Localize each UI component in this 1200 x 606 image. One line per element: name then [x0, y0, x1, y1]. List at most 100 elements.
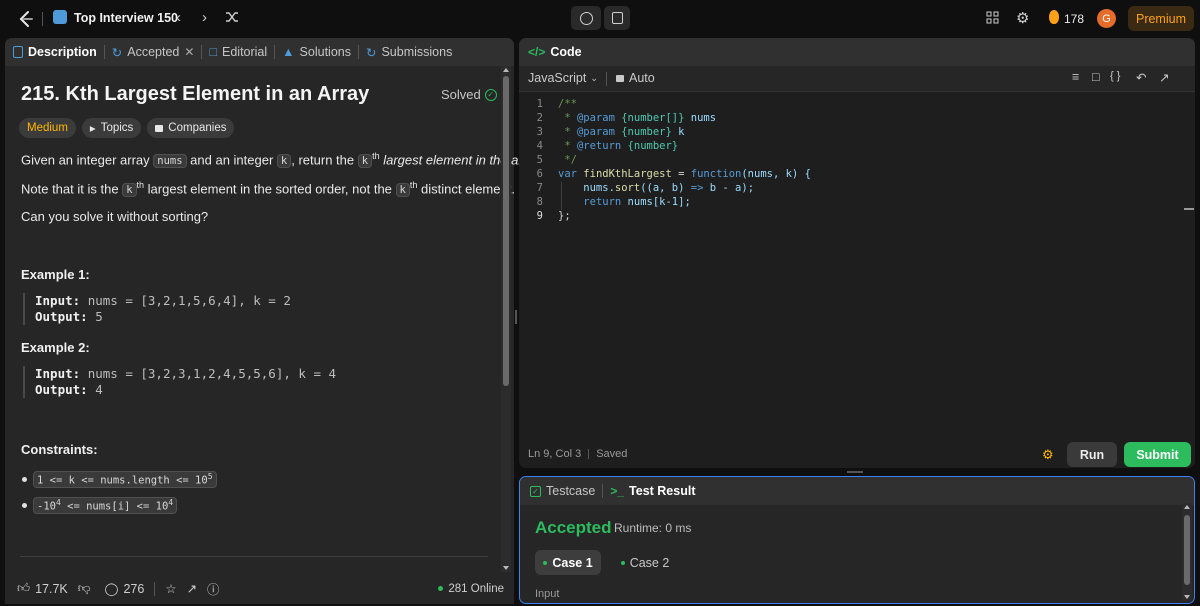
tab-code[interactable]: </> Code: [519, 38, 589, 66]
format-icon[interactable]: ≡: [1072, 70, 1079, 84]
scrollbar-thumb[interactable]: [1184, 515, 1190, 585]
input-label: Input:: [35, 366, 81, 381]
online-status: 281 Online: [438, 583, 504, 595]
tab-description[interactable]: Description: [5, 38, 104, 66]
problem-title[interactable]: 215. Kth Largest Element in an Array: [21, 83, 369, 106]
favorite-star-icon[interactable]: ☆: [165, 581, 176, 596]
tab-accepted[interactable]: ↻ Accepted ✕: [105, 38, 202, 66]
constraint-code: 1 <= k <= nums.length <= 105: [33, 471, 217, 488]
topics-label: Topics: [100, 122, 134, 134]
editor-scrollbar[interactable]: [1184, 208, 1194, 210]
case-2-button[interactable]: Case 2: [612, 550, 678, 575]
tab-testcase[interactable]: ✓ Testcase: [520, 477, 602, 505]
inline-code: nums: [153, 154, 187, 169]
like-button[interactable]: 👍︎ 17.7K: [17, 581, 68, 596]
challenge-text: Can you solve it without sorting?: [21, 209, 209, 224]
code-line[interactable]: * @return {number}: [558, 140, 678, 152]
tab-test-result[interactable]: >_ Test Result: [603, 477, 702, 505]
example-1-block: Input: nums = [3,2,1,5,6,4], k = 2 Outpu…: [23, 293, 291, 325]
example-1-input: nums = [3,2,1,5,6,4], k = 2: [87, 293, 291, 308]
debug-icon[interactable]: ⚙: [1042, 447, 1054, 463]
study-plan-title[interactable]: Top Interview 150: [74, 11, 178, 25]
code-token: {number}: [614, 126, 679, 138]
description-scrollbar[interactable]: [501, 66, 511, 572]
output-label: Output:: [35, 382, 88, 397]
language-label: JavaScript: [528, 71, 587, 85]
braces-icon[interactable]: { }: [1110, 70, 1120, 82]
code-line[interactable]: nums.sort((a, b) => b - a);: [558, 182, 754, 194]
editor-toolbar: JavaScript ⌄ Auto ≡ □ { } ↶ ↗: [519, 66, 1195, 92]
case-2-label: Case 2: [629, 555, 670, 570]
description-text: , return the: [291, 152, 355, 168]
tag-icon: ▸: [89, 123, 96, 135]
code-line[interactable]: };: [558, 210, 571, 222]
difficulty-badge[interactable]: Medium: [19, 118, 76, 138]
previous-problem-icon[interactable]: ‹: [176, 9, 181, 26]
code-line[interactable]: var findKthLargest = function(nums, k) {: [558, 168, 811, 180]
share-icon[interactable]: ↗: [187, 581, 197, 596]
auto-label: Auto: [629, 71, 655, 85]
timer-button[interactable]: [571, 6, 601, 30]
run-button[interactable]: Run: [1067, 442, 1117, 467]
layout-grid-icon[interactable]: [986, 11, 999, 24]
scroll-down-arrow-icon[interactable]: [1184, 595, 1190, 599]
solved-label: Solved: [441, 87, 481, 102]
code-line[interactable]: */: [558, 154, 577, 166]
help-icon[interactable]: ⓘ: [207, 579, 220, 598]
online-dot: [438, 586, 444, 591]
reset-icon[interactable]: ↶: [1136, 70, 1146, 85]
result-scrollbar[interactable]: [1182, 503, 1192, 601]
submit-button[interactable]: Submit: [1124, 442, 1191, 467]
streak-count[interactable]: 178: [1064, 12, 1084, 26]
scroll-down-arrow-icon[interactable]: [503, 566, 509, 570]
avatar[interactable]: G: [1097, 9, 1116, 28]
shuffle-icon[interactable]: [225, 10, 239, 24]
content-divider: [20, 556, 488, 557]
settings-gear-icon[interactable]: ⚙: [1016, 9, 1029, 27]
companies-badge[interactable]: Companies: [147, 118, 235, 138]
code-line[interactable]: return nums[k-1];: [558, 196, 690, 208]
lock-icon: [155, 124, 164, 132]
code-token: {number}: [621, 140, 679, 152]
streak-flame-icon: [1049, 10, 1059, 24]
tab-solutions[interactable]: ▲ Solutions: [275, 38, 358, 66]
premium-button[interactable]: Premium: [1128, 6, 1194, 31]
note-button[interactable]: [604, 6, 630, 30]
input-section-label: Input: [535, 588, 560, 600]
bookmark-icon[interactable]: □: [1092, 70, 1100, 84]
constraint-text: -10: [37, 500, 56, 513]
leetcode-logo-icon[interactable]: [17, 10, 35, 28]
tab-editorial[interactable]: □ Editorial: [202, 38, 274, 66]
topics-badge[interactable]: ▸ Topics: [81, 118, 142, 138]
horizontal-resize-handle[interactable]: [847, 471, 863, 473]
comments-button[interactable]: ◯ 276: [104, 581, 145, 597]
cursor-position: Ln 9, Col 3: [528, 448, 582, 460]
code-token: =: [671, 168, 691, 180]
comment-count: 276: [123, 581, 145, 596]
note-icon: [611, 12, 623, 24]
study-plan-icon[interactable]: [53, 10, 67, 24]
fullscreen-icon[interactable]: ↗: [1159, 70, 1169, 85]
constraint-item: 1 <= k <= nums.length <= 105: [22, 471, 217, 488]
vertical-resize-handle[interactable]: [515, 310, 517, 324]
code-token: *: [558, 112, 577, 124]
scroll-up-arrow-icon[interactable]: [1184, 505, 1190, 509]
code-panel-header: </> Code: [519, 38, 1195, 66]
code-line[interactable]: * @param {number} k: [558, 126, 684, 138]
tab-accepted-label: Accepted: [127, 45, 180, 59]
case-1-button[interactable]: Case 1: [535, 550, 601, 575]
code-line[interactable]: * @param {number[]} nums: [558, 112, 716, 124]
next-problem-icon[interactable]: ›: [202, 9, 207, 26]
line-number: 1: [536, 98, 543, 110]
tab-test-result-label: Test Result: [629, 484, 696, 498]
language-select[interactable]: JavaScript ⌄: [528, 71, 598, 85]
dislike-icon[interactable]: 👎︎: [78, 581, 91, 596]
tab-submissions[interactable]: ↻ Submissions: [359, 38, 459, 66]
inline-code: k: [357, 154, 373, 169]
close-tab-icon[interactable]: ✕: [184, 45, 194, 59]
scrollbar-thumb[interactable]: [503, 76, 509, 386]
code-line[interactable]: /**: [558, 98, 577, 110]
scroll-up-arrow-icon[interactable]: [503, 68, 509, 72]
save-status: Saved: [596, 448, 628, 460]
auto-mode-toggle[interactable]: Auto: [616, 71, 655, 85]
